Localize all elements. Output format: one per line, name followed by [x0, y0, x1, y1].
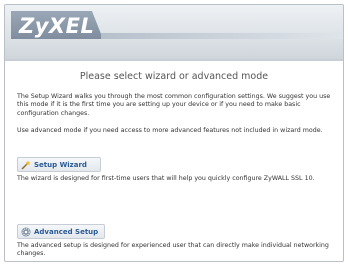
zyxel-logo: ZyXEL — [19, 14, 95, 38]
advanced-description: The advanced setup is designed for exper… — [17, 242, 329, 258]
wizard-description: The wizard is designed for first-time us… — [17, 175, 315, 182]
advanced-setup-button[interactable]: Advanced Setup — [17, 224, 105, 239]
setup-wizard-button[interactable]: Setup Wizard — [17, 157, 101, 172]
gear-icon — [21, 227, 31, 237]
header-banner: ZyXEL — [5, 5, 343, 61]
header-stripe — [101, 33, 343, 39]
magic-wand-icon — [21, 160, 31, 170]
advanced-intro-text: Use advanced mode if you need access to … — [17, 127, 323, 134]
intro-text: The Setup Wizard walks you through the m… — [17, 93, 331, 117]
setup-wizard-label: Setup Wizard — [34, 160, 87, 169]
app-window: ZyXEL Please select wizard or advanced m… — [4, 4, 344, 262]
page-title: Please select wizard or advanced mode — [79, 71, 269, 82]
advanced-setup-label: Advanced Setup — [34, 227, 99, 236]
